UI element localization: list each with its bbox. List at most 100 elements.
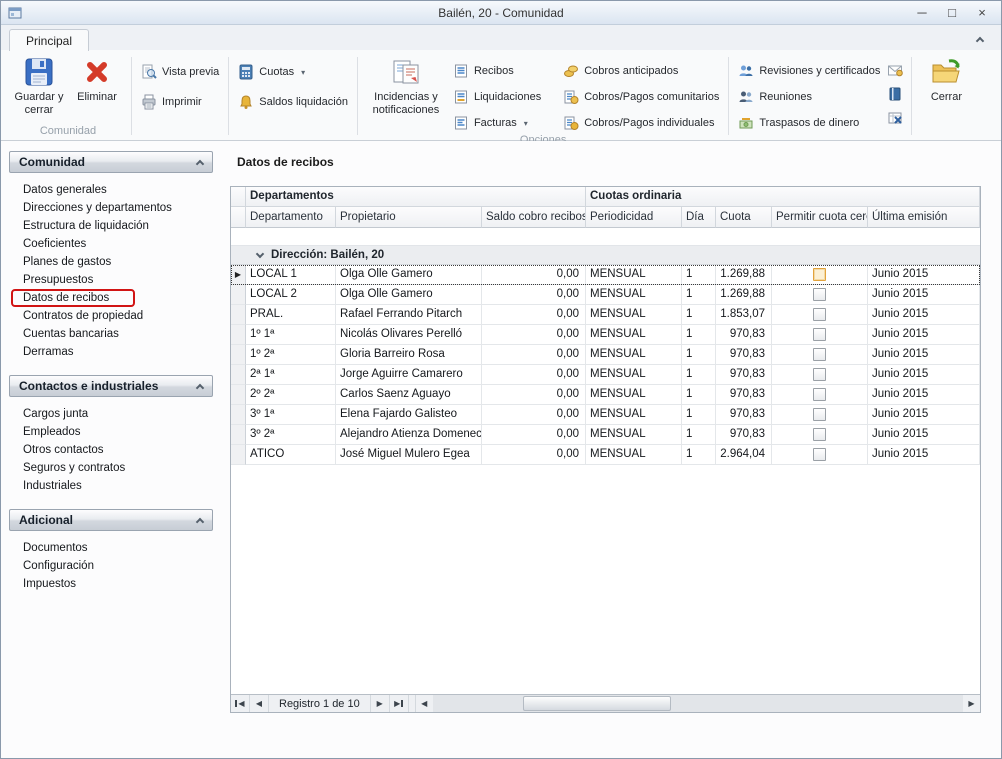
nav-first-button[interactable]: ◀ — [231, 695, 250, 712]
sidebar-item[interactable]: Cargos junta — [11, 405, 100, 423]
sidebar-item[interactable]: Otros contactos — [11, 441, 116, 459]
permitir-cuota-cero-checkbox[interactable] — [813, 328, 826, 341]
cobros-anticipados-button[interactable]: Cobros anticipados — [559, 61, 723, 81]
table-row[interactable]: LOCAL 1 Olga Olle Gamero 0,00 MENSUAL 1 … — [231, 265, 980, 285]
scrollbar-track[interactable] — [433, 695, 963, 712]
cell-periodicidad: MENSUAL — [586, 285, 682, 305]
scrollbar-thumb[interactable] — [523, 696, 671, 711]
table-row[interactable]: ATICO José Miguel Mulero Egea 0,00 MENSU… — [231, 445, 980, 465]
traspasos-de-dinero-button[interactable]: Traspasos de dinero — [734, 113, 884, 133]
envelope-button[interactable] — [886, 61, 904, 79]
sidebar-item[interactable]: Datos de recibos — [11, 289, 135, 307]
main-panel: Datos de recibos Departamentos Cuotas or… — [223, 151, 1001, 758]
sidebar-item[interactable]: Documentos — [11, 539, 100, 557]
col-header-permitir-cuota-cero[interactable]: Permitir cuota cero — [772, 207, 868, 228]
sidebar-item[interactable]: Derramas — [11, 343, 85, 361]
cell-cuota: 1.269,88 — [716, 265, 772, 285]
sidebar-item[interactable]: Planes de gastos — [11, 253, 123, 271]
cell-ultima-emision: Junio 2015 — [868, 265, 980, 285]
table-row[interactable]: 2º 2ª Carlos Saenz Aguayo 0,00 MENSUAL 1… — [231, 385, 980, 405]
table-row[interactable]: 3º 1ª Elena Fajardo Galisteo 0,00 MENSUA… — [231, 405, 980, 425]
cuotas-button[interactable]: Cuotas ▾ — [234, 62, 352, 82]
sidebar-item[interactable]: Industriales — [11, 477, 94, 495]
permitir-cuota-cero-checkbox[interactable] — [813, 428, 826, 441]
reuniones-button[interactable]: Reuniones — [734, 87, 884, 107]
maximize-button[interactable]: □ — [943, 4, 961, 22]
permitir-cuota-cero-checkbox[interactable] — [813, 448, 826, 461]
sidebar-item[interactable]: Coeficientes — [11, 235, 98, 253]
vista-previa-button[interactable]: Vista previa — [137, 62, 223, 82]
sidebar-section-header-comunidad[interactable]: Comunidad — [9, 151, 213, 173]
sidebar-item[interactable]: Estructura de liquidación — [11, 217, 161, 235]
group-header-cuotas-ordinaria[interactable]: Cuotas ordinaria — [586, 187, 980, 207]
revisiones-y-certificados-button[interactable]: Revisiones y certificados — [734, 61, 884, 81]
sidebar-item[interactable]: Impuestos — [11, 575, 88, 593]
nav-last-button[interactable]: ▶ — [390, 695, 409, 712]
cobros-pagos-individuales-button[interactable]: Cobros/Pagos individuales — [559, 113, 723, 133]
col-header-cuota[interactable]: Cuota — [716, 207, 772, 228]
col-header-saldo[interactable]: Saldo cobro recibos — [482, 207, 586, 228]
liquidaciones-label: Liquidaciones — [474, 91, 541, 103]
recibos-button[interactable]: Recibos — [449, 61, 545, 81]
cell-cuota: 970,83 — [716, 425, 772, 445]
nav-next-button[interactable]: ▶ — [371, 695, 390, 712]
imprimir-button[interactable]: Imprimir — [137, 92, 223, 112]
col-header-propietario[interactable]: Propietario — [336, 207, 482, 228]
group-row-direccion[interactable]: Dirección: Bailén, 20 — [231, 245, 980, 265]
sidebar-item[interactable]: Configuración — [11, 557, 106, 575]
table-row[interactable]: 1º 2ª Gloria Barreiro Rosa 0,00 MENSUAL … — [231, 345, 980, 365]
cell-permitir-cuota-cero — [772, 345, 868, 365]
incidencias-button[interactable]: Incidencias y notificaciones — [363, 52, 449, 117]
facturas-button[interactable]: Facturas ▾ — [449, 113, 545, 133]
sidebar-item[interactable]: Presupuestos — [11, 271, 105, 289]
permitir-cuota-cero-checkbox[interactable] — [813, 408, 826, 421]
guardar-y-cerrar-button[interactable]: Guardar y cerrar — [10, 52, 68, 117]
nav-prev-button[interactable]: ◀ — [250, 695, 269, 712]
spreadsheet-button[interactable] — [886, 109, 904, 127]
table-row[interactable]: 1º 1ª Nicolás Olivares Perelló 0,00 MENS… — [231, 325, 980, 345]
sidebar-item[interactable]: Direcciones y departamentos — [11, 199, 184, 217]
table-row[interactable]: PRAL. Rafael Ferrando Pitarch 0,00 MENSU… — [231, 305, 980, 325]
row-indicator-cell — [231, 385, 246, 405]
record-count-label: Registro 1 de 10 — [269, 695, 371, 712]
table-row[interactable]: 3º 2ª Alejandro Atienza Domenech 0,00 ME… — [231, 425, 980, 445]
sidebar-section-header-contactos[interactable]: Contactos e industriales — [9, 375, 213, 397]
scroll-right-button[interactable]: ▶ — [963, 695, 980, 712]
col-header-departamento[interactable]: Departamento — [246, 207, 336, 228]
close-button[interactable]: × — [973, 4, 991, 22]
sidebar-item[interactable]: Cuentas bancarias — [11, 325, 131, 343]
eliminar-button[interactable]: Eliminar — [68, 52, 126, 104]
col-header-periodicidad[interactable]: Periodicidad — [586, 207, 682, 228]
sidebar-item[interactable]: Contratos de propiedad — [11, 307, 155, 325]
permitir-cuota-cero-checkbox[interactable] — [813, 388, 826, 401]
permitir-cuota-cero-checkbox[interactable] — [813, 288, 826, 301]
row-indicator-cell — [231, 345, 246, 365]
cell-cuota: 2.964,04 — [716, 445, 772, 465]
table-row[interactable]: 2ª 1ª Jorge Aguirre Camarero 0,00 MENSUA… — [231, 365, 980, 385]
sidebar-section-header-adicional[interactable]: Adicional — [9, 509, 213, 531]
tab-principal[interactable]: Principal — [9, 29, 89, 51]
col-header-ultima-emision[interactable]: Última emisión — [868, 207, 980, 228]
horizontal-scrollbar[interactable]: ◀ ▶ — [415, 695, 980, 712]
permitir-cuota-cero-checkbox[interactable] — [813, 348, 826, 361]
saldos-liquidacion-button[interactable]: Saldos liquidación — [234, 92, 352, 112]
sidebar-item[interactable]: Datos generales — [11, 181, 119, 199]
cobros-pagos-comunitarios-button[interactable]: Cobros/Pagos comunitarios — [559, 87, 723, 107]
table-row[interactable]: LOCAL 2 Olga Olle Gamero 0,00 MENSUAL 1 … — [231, 285, 980, 305]
body-area: Comunidad Datos generalesDirecciones y d… — [1, 141, 1001, 758]
permitir-cuota-cero-checkbox[interactable] — [813, 368, 826, 381]
sidebar-item[interactable]: Empleados — [11, 423, 93, 441]
minimize-button[interactable]: ─ — [913, 4, 931, 22]
permitir-cuota-cero-checkbox[interactable] — [813, 308, 826, 321]
group-header-departamentos[interactable]: Departamentos — [246, 187, 586, 207]
cerrar-button[interactable]: Cerrar — [917, 52, 975, 104]
row-indicator-cell — [231, 425, 246, 445]
ledger-button[interactable] — [886, 85, 904, 103]
scroll-left-button[interactable]: ◀ — [416, 695, 433, 712]
cell-saldo: 0,00 — [482, 345, 586, 365]
sidebar-item[interactable]: Seguros y contratos — [11, 459, 137, 477]
permitir-cuota-cero-checkbox[interactable] — [813, 268, 826, 281]
ribbon-collapse-button[interactable] — [973, 32, 987, 46]
liquidaciones-button[interactable]: Liquidaciones — [449, 87, 545, 107]
col-header-dia[interactable]: Día — [682, 207, 716, 228]
